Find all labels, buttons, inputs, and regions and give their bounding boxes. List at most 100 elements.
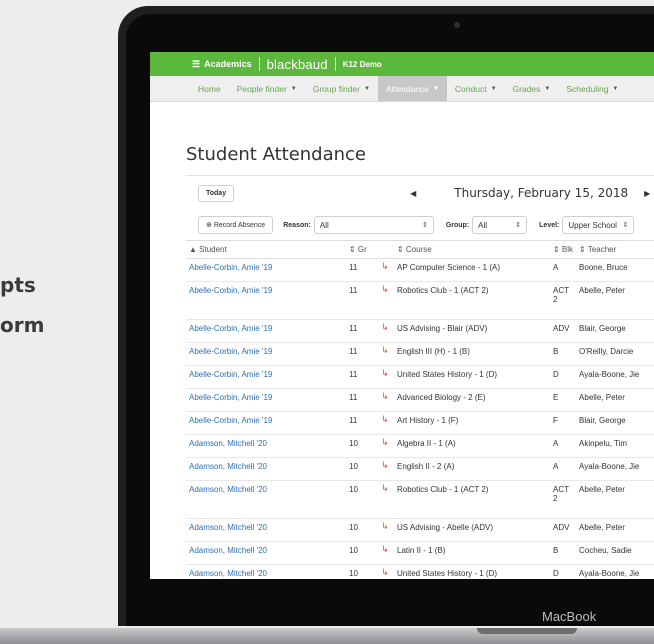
reason-select[interactable]: All ⇕ — [313, 216, 434, 234]
student-link[interactable]: Abelle-Corbin, Amie '19 — [186, 319, 346, 343]
attendance-arrow-icon: ↳ — [376, 388, 394, 412]
course-cell: Advanced Biology - 2 (E) — [394, 388, 550, 412]
student-link[interactable]: Abelle-Corbin, Amie '19 — [186, 258, 346, 282]
select-arrows-icon: ⇕ — [515, 222, 522, 229]
block-cell: ADV — [550, 319, 577, 343]
nav-item-label: Conduct — [454, 83, 487, 94]
block-cell: ACT 2 — [550, 480, 577, 519]
block-cell: E — [550, 388, 577, 412]
block-cell: B — [550, 342, 577, 366]
nav-item-label: Attendance — [385, 83, 429, 94]
triangle-left-icon[interactable]: ◀ — [410, 189, 416, 198]
course-cell: Algebra II - 1 (A) — [394, 434, 550, 458]
grade-cell: 11 — [346, 258, 376, 282]
col-student-header[interactable]: ▲ Student — [186, 240, 346, 259]
level-label: Level: — [539, 221, 560, 229]
academics-label: Academics — [204, 59, 252, 69]
block-cell: D — [550, 564, 577, 579]
select-arrows-icon: ⇕ — [421, 222, 428, 229]
course-cell: US Advising - Blair (ADV) — [394, 319, 550, 343]
teacher-cell: Abelle, Peter — [576, 281, 654, 320]
attendance-arrow-icon: ↳ — [376, 342, 394, 366]
student-link[interactable]: Abelle-Corbin, Amie '19 — [186, 411, 346, 435]
nav-item-label: Scheduling — [566, 83, 609, 94]
grade-cell: 11 — [346, 365, 376, 389]
group-select[interactable]: All ⇕ — [472, 216, 528, 234]
nav-item[interactable]: Home — [190, 76, 229, 101]
grade-cell: 10 — [346, 541, 376, 565]
app-screen: ☰ Academics blackbaud K12 Demo Home Peopl… — [150, 52, 654, 579]
date-bar: Today ◀ Thursday, February 15, 2018 ▶ — [186, 176, 654, 210]
attendance-arrow-icon: ↳ — [376, 518, 394, 542]
table-row: Abelle-Corbin, Amie '19 11 ↳ Advanced Biolo… — [186, 388, 654, 412]
attendance-arrow-icon: ↳ — [376, 541, 394, 565]
course-cell: Art History - 1 (F) — [394, 411, 550, 435]
col-block-header[interactable]: ⇕ Blk — [550, 240, 577, 259]
caret-down-icon: ▼ — [544, 85, 551, 92]
current-date: Thursday, February 15, 2018 — [454, 186, 629, 200]
col-teacher-header[interactable]: ⇕ Teacher — [576, 240, 654, 259]
nav-item-label: Grades — [512, 83, 541, 94]
student-link[interactable]: Abelle-Corbin, Amie '19 — [186, 365, 346, 389]
teacher-cell: O'Reilly, Darcie — [576, 342, 654, 366]
attendance-table: ▲ Student ⇕ Gr ⇕ Course ⇕ Blk ⇕ Teacher … — [186, 240, 654, 579]
course-cell: US Advising - Abelle (ADV) — [394, 518, 550, 542]
table-header-row: ▲ Student ⇕ Gr ⇕ Course ⇕ Blk ⇕ Teacher — [186, 240, 654, 259]
caret-down-icon: ▼ — [490, 85, 497, 92]
student-link[interactable]: Adamson, Mitchell '20 — [186, 541, 346, 565]
student-link[interactable]: Abelle-Corbin, Amie '19 — [186, 281, 346, 320]
student-link[interactable]: Adamson, Mitchell '20 — [186, 434, 346, 458]
academics-menu[interactable]: ☰ Academics — [150, 59, 252, 70]
record-absence-button[interactable]: ⊕ Record Absence — [198, 216, 274, 234]
col-grade-header[interactable]: ⇕ Gr — [346, 240, 376, 259]
block-cell: ADV — [550, 518, 577, 542]
student-link[interactable]: Adamson, Mitchell '20 — [186, 564, 346, 579]
teacher-cell: Abelle, Peter — [576, 388, 654, 412]
course-cell: Robotics Club - 1 (ACT 2) — [394, 281, 550, 320]
attendance-arrow-icon: ↳ — [376, 457, 394, 481]
course-cell: English II - 2 (A) — [394, 457, 550, 481]
table-row: Adamson, Mitchell '20 10 ↳ English II - 2 (… — [186, 457, 654, 481]
teacher-cell: Akinpelu, Tim — [576, 434, 654, 458]
block-cell: B — [550, 541, 577, 565]
course-cell: Robotics Club - 1 (ACT 2) — [394, 480, 550, 519]
course-cell: United States History - 1 (D) — [394, 564, 550, 579]
teacher-cell: Ayala-Boone, Jie — [576, 457, 654, 481]
blackbaud-logo: blackbaud — [266, 56, 328, 72]
attendance-arrow-icon: ↳ — [376, 258, 394, 282]
nav-item-label: Group finder — [312, 83, 360, 94]
nav-item[interactable]: Attendance ▼ — [377, 76, 447, 101]
student-link[interactable]: Adamson, Mitchell '20 — [186, 480, 346, 519]
group-value: All — [478, 220, 488, 230]
triangle-right-icon[interactable]: ▶ — [644, 189, 650, 198]
teacher-cell: Abelle, Peter — [576, 518, 654, 542]
select-arrows-icon: ⇕ — [622, 222, 629, 229]
attendance-arrow-icon: ↳ — [376, 365, 394, 389]
laptop-notch — [477, 628, 577, 634]
device-brand-label: MacBook — [542, 609, 597, 624]
filter-bar: ⊕ Record Absence Reason: All ⇕ Group: All… — [186, 210, 654, 240]
attendance-arrow-icon: ↳ — [376, 434, 394, 458]
page-title: Student Attendance — [186, 144, 367, 165]
nav-item[interactable]: People finder ▼ — [229, 76, 305, 101]
attendance-arrow-icon: ↳ — [376, 281, 394, 320]
nav-item[interactable]: Conduct ▼ — [447, 76, 505, 101]
student-link[interactable]: Adamson, Mitchell '20 — [186, 457, 346, 481]
level-select[interactable]: Upper School ⇕ — [562, 216, 635, 234]
nav-item[interactable]: Scheduling ▼ — [558, 76, 626, 101]
table-row: Abelle-Corbin, Amie '19 11 ↳ AP Computer Sc… — [186, 258, 654, 282]
col-course-header[interactable]: ⇕ Course — [394, 240, 550, 259]
nav-item[interactable]: Group finder ▼ — [305, 76, 378, 101]
nav-item[interactable]: Grades ▼ — [505, 76, 559, 101]
top-bar: ☰ Academics blackbaud K12 Demo — [150, 52, 654, 76]
topbar-divider — [258, 57, 260, 71]
student-link[interactable]: Adamson, Mitchell '20 — [186, 518, 346, 542]
today-button[interactable]: Today — [198, 184, 235, 202]
block-cell: A — [550, 457, 577, 481]
teacher-cell: Cocheu, Sadie — [576, 541, 654, 565]
table-row: Abelle-Corbin, Amie '19 11 ↳ English III (H… — [186, 342, 654, 366]
student-link[interactable]: Abelle-Corbin, Amie '19 — [186, 388, 346, 412]
attendance-arrow-icon: ↳ — [376, 411, 394, 435]
student-link[interactable]: Abelle-Corbin, Amie '19 — [186, 342, 346, 366]
caret-down-icon: ▼ — [612, 85, 619, 92]
